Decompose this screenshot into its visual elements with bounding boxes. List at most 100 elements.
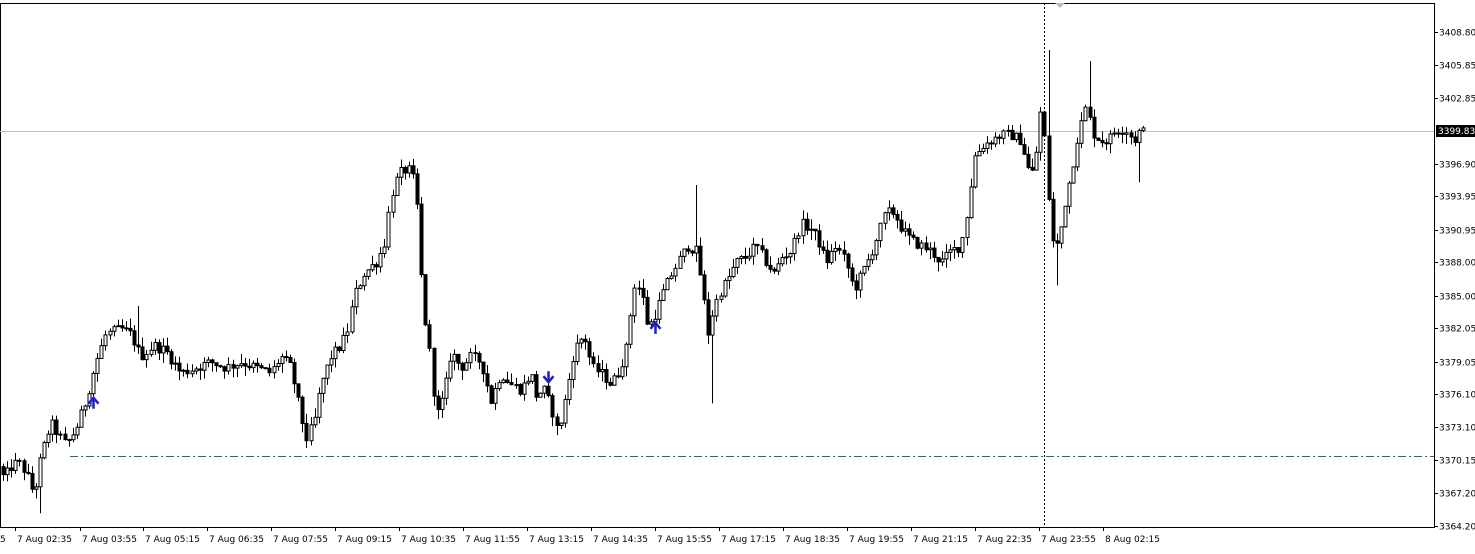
candle-bear (263, 367, 268, 370)
x-tick-label: 7 Aug 14:35 (593, 535, 648, 545)
candle-bull (751, 243, 756, 257)
candle-bull (829, 250, 834, 264)
candle-bull (678, 255, 683, 269)
x-tick-label: 7 Aug 13:15 (529, 535, 584, 545)
candle-bear (485, 373, 490, 387)
candle-bull (965, 217, 970, 239)
y-tick-label: 3376.10 (1439, 391, 1475, 401)
candle-bear (641, 287, 646, 298)
candle-bear (891, 207, 896, 215)
candle-bull (50, 419, 55, 435)
candle-bull (1014, 132, 1019, 141)
candle-bear (555, 416, 560, 427)
candle-bull (497, 382, 502, 390)
candle-bull (251, 362, 256, 369)
candle-bull (948, 249, 953, 253)
candle-bull (977, 150, 982, 157)
candle-bear (304, 422, 309, 442)
candle-bull (103, 334, 108, 347)
candle-bull (919, 242, 924, 249)
current-price-label: 3399.83 (1438, 127, 1475, 137)
candle-bull (747, 255, 752, 259)
candle-bear (895, 213, 900, 221)
candle-bull (235, 365, 240, 369)
candle-bear (842, 249, 847, 255)
y-tick-label: 3388.00 (1439, 259, 1475, 269)
candle-bull (960, 237, 965, 253)
y-tick-label: 3370.15 (1439, 457, 1475, 467)
y-tick-label: 3373.10 (1439, 424, 1475, 434)
candle-bear (222, 366, 227, 372)
candle-bull (952, 247, 957, 251)
candle-bull (276, 362, 281, 368)
x-tick-label: 7 Aug 02:35 (17, 535, 72, 545)
candle-bull (206, 359, 211, 364)
candle-bear (1096, 137, 1101, 141)
candle-bear (956, 247, 961, 253)
candle-bull (272, 366, 277, 374)
x-tick-label: 7 Aug 17:15 (721, 535, 776, 545)
candle-bear (706, 299, 711, 336)
candle-bear (177, 362, 182, 372)
candle-bear (165, 345, 170, 353)
candle-bull (149, 349, 154, 355)
candle-bull (809, 228, 814, 231)
x-tick-label: 7 Aug 22:35 (977, 535, 1032, 545)
x-tick-label: 7 Aug 05:15 (145, 535, 200, 545)
candle-bull (928, 247, 933, 251)
candle-bear (813, 228, 818, 232)
candle-bull (649, 321, 654, 325)
candle-bull (493, 388, 498, 404)
candle-bear (26, 471, 31, 475)
candle-bull (887, 207, 892, 214)
candle-bull (71, 434, 76, 441)
candle-bull (571, 361, 576, 381)
candle-bull (378, 252, 383, 268)
candle-bull (776, 263, 781, 272)
candle-bear (583, 338, 588, 343)
candle-bear (587, 341, 592, 358)
candle-bull (682, 248, 687, 257)
candle-bear (1120, 132, 1125, 135)
candle-bull (669, 275, 674, 280)
candle-bull (1006, 129, 1011, 132)
candle-bull (981, 147, 986, 152)
y-tick-label: 3382.05 (1439, 325, 1475, 335)
candle-bull (1083, 106, 1088, 122)
candle-bull (714, 298, 719, 317)
candle-bear (1092, 116, 1097, 139)
candle-bull (973, 155, 978, 188)
candle-bear (505, 379, 510, 384)
candle-bear (509, 382, 514, 386)
candle-bear (140, 346, 145, 361)
candle-bear (1018, 132, 1023, 146)
candle-bull (75, 426, 80, 436)
candle-bull (632, 287, 637, 317)
candle-bear (432, 347, 437, 397)
candle-bull (530, 374, 535, 382)
candle-bear (157, 342, 162, 354)
x-tick-label: 7 Aug 06:35 (209, 535, 264, 545)
candle-bear (267, 367, 272, 374)
candle-bear (419, 203, 424, 276)
candle-bull (144, 353, 149, 361)
chart-root[interactable]: 3408.80 3405.85 3402.85 3396.90 3393.95 3390.… (0, 0, 1475, 550)
candle-bear (1055, 240, 1060, 244)
candle-bull (735, 258, 740, 268)
candle-bull (382, 246, 387, 254)
candle-bull (329, 358, 334, 366)
candle-bear (337, 346, 342, 352)
candlestick-chart[interactable]: 3408.80 3405.85 3402.85 3396.90 3393.95 3390.… (0, 0, 1475, 550)
candle-bull (731, 266, 736, 278)
candle-bear (596, 363, 601, 373)
candle-bear (850, 267, 855, 282)
candle-bear (768, 264, 773, 270)
candle-bull (350, 306, 355, 333)
candle-bull (362, 275, 367, 287)
candle-bear (604, 368, 609, 383)
x-tick-label: 7 Aug 15:55 (657, 535, 712, 545)
candle-bear (231, 363, 236, 369)
candle-bull (226, 363, 231, 372)
y-tick-label: 3390.95 (1439, 227, 1475, 237)
candle-bear (403, 166, 408, 174)
